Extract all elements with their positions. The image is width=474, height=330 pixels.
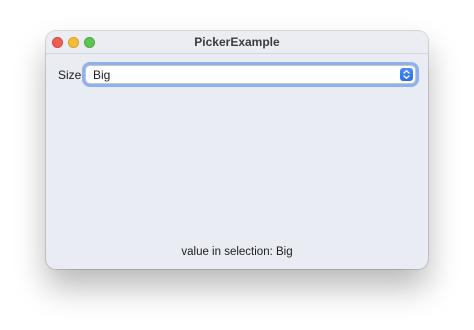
chevron-up-down-icon[interactable] xyxy=(400,68,413,81)
selection-status-text: value in selection: Big xyxy=(181,246,293,258)
size-picker-value: Big xyxy=(93,68,111,82)
title-bar[interactable]: PickerExample xyxy=(46,31,428,54)
window-content: Size Big value in selection: Big xyxy=(46,54,428,269)
app-window: PickerExample Size Big value in selectio… xyxy=(46,31,428,269)
window-title: PickerExample xyxy=(194,35,280,49)
size-label: Size xyxy=(58,68,82,82)
size-picker[interactable]: Big xyxy=(85,65,416,84)
